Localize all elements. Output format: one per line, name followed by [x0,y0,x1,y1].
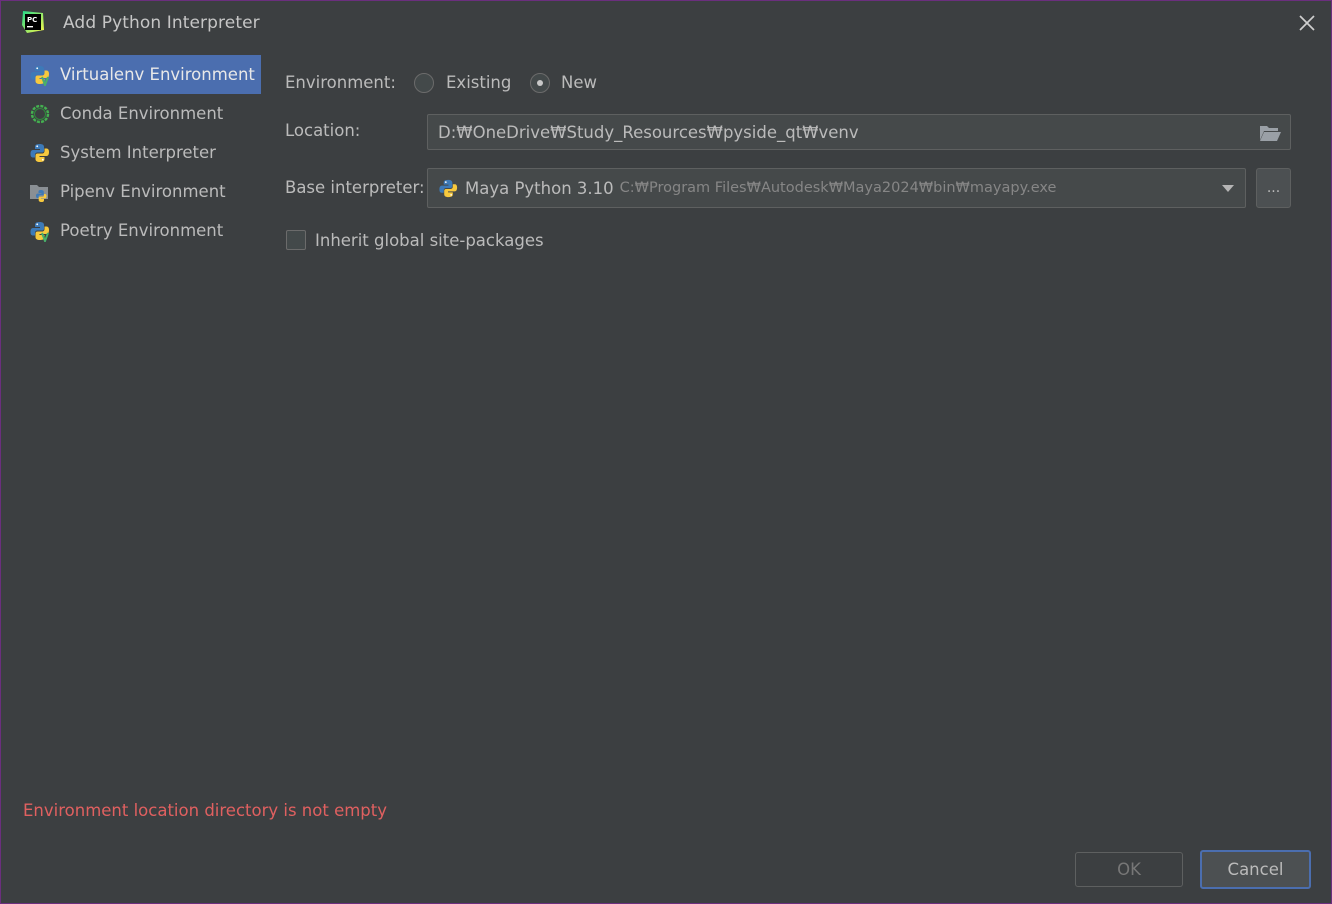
pycharm-icon: PC [22,11,44,33]
conda-icon [30,104,50,123]
ok-button[interactable]: OK [1075,852,1183,887]
title-bar[interactable]: PC Add Python Interpreter [1,1,1331,47]
radio-existing-label[interactable]: Existing [446,73,511,92]
radio-new-label[interactable]: New [561,73,597,92]
location-input[interactable]: D:₩OneDrive₩Study_Resources₩pyside_qt₩ve… [427,114,1291,150]
environment-label: Environment: [285,73,396,92]
sidebar-item-label: Virtualenv Environment [60,65,255,84]
base-interpreter-value: Maya Python 3.10 C:₩Program Files₩Autode… [438,169,1056,207]
svg-text:PC: PC [27,16,37,24]
error-message: Environment location directory is not em… [23,801,387,820]
sidebar-item-pipenv[interactable]: Pipenv Environment [21,172,261,211]
sidebar-item-label: Pipenv Environment [60,182,226,201]
python-venv-icon [30,65,49,86]
python-icon [30,143,49,162]
sidebar-item-system[interactable]: System Interpreter [21,133,261,172]
inherit-checkbox[interactable] [286,230,306,250]
interpreter-name: Maya Python 3.10 [465,178,614,198]
radio-new[interactable] [530,73,550,93]
folder-open-icon[interactable] [1258,123,1282,143]
location-value: D:₩OneDrive₩Study_Resources₩pyside_qt₩ve… [438,122,859,142]
chevron-down-icon[interactable] [1221,183,1235,193]
browse-interpreter-button[interactable]: ... [1256,168,1291,208]
cancel-button[interactable]: Cancel [1200,850,1311,889]
sidebar-item-conda[interactable]: Conda Environment [21,94,261,133]
interpreter-path: C:₩Program Files₩Autodesk₩Maya2024₩bin₩m… [619,180,1057,196]
location-label: Location: [285,121,361,140]
radio-existing[interactable] [414,73,434,93]
base-interpreter-select[interactable]: Maya Python 3.10 C:₩Program Files₩Autode… [427,168,1246,208]
python-icon [439,179,458,197]
inherit-checkbox-label[interactable]: Inherit global site-packages [315,231,544,250]
dialog-window: PC Add Python Interpreter Virtualenv Env… [0,0,1332,904]
sidebar-item-label: Poetry Environment [60,221,224,240]
sidebar-item-label: Conda Environment [60,104,224,123]
environment-type-list: Virtualenv Environment Conda Environment… [21,55,261,250]
poetry-icon [30,221,49,242]
sidebar-item-poetry[interactable]: Poetry Environment [21,211,261,250]
sidebar-item-virtualenv[interactable]: Virtualenv Environment [21,55,261,94]
sidebar-item-label: System Interpreter [60,143,216,162]
pipenv-icon [30,184,48,202]
close-icon[interactable] [1293,9,1321,37]
window-title: Add Python Interpreter [63,13,260,33]
base-interpreter-label: Base interpreter: [285,178,425,197]
